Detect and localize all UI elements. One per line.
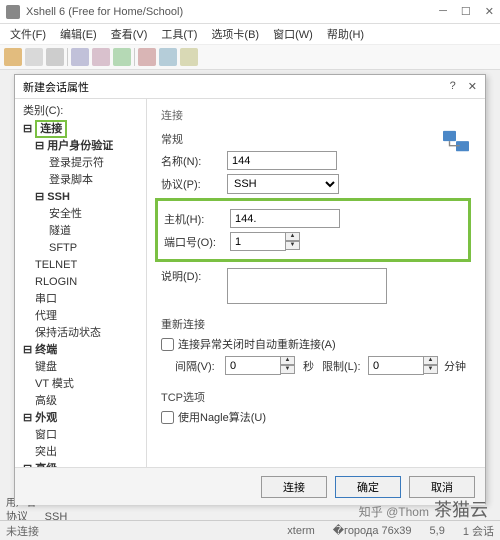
dialog-title: 新建会话属性 [23,79,450,95]
group-general: 常规 [161,131,471,147]
menu-tools[interactable]: 工具(T) [155,25,203,43]
statusbar: 未连接 xterm �города 76x39 5,9 1 会话 [0,520,500,540]
cancel-button[interactable]: 取消 [409,476,475,498]
tree-login-script[interactable]: 登录脚本 [49,172,144,189]
status-state: 未连接 [6,523,39,539]
tree-connection[interactable]: ⊟ 连接 [23,120,144,138]
save-icon[interactable] [46,48,64,66]
tree-login-prompt[interactable]: 登录提示符 [49,155,144,172]
port-down-icon[interactable]: ▼ [286,241,300,250]
status-size: �города 76x39 [333,524,412,537]
interval-spinner[interactable]: ▲▼ [225,356,295,375]
reconnect-checkbox[interactable] [161,338,174,351]
menubar: 文件(F) 编辑(E) 查看(V) 工具(T) 选项卡(B) 窗口(W) 帮助(… [0,24,500,44]
reconnect-icon[interactable] [113,48,131,66]
menu-edit[interactable]: 编辑(E) [54,25,103,43]
maximize-button[interactable]: ☐ [461,5,471,18]
tree-rlogin[interactable]: RLOGIN [35,274,144,291]
protocol-label: 协议(P): [161,176,227,192]
tree-advanced[interactable]: 高级 [35,393,144,410]
session-properties-dialog: 新建会话属性 ? ✕ 类别(C): ⊟ 连接 ⊟ 用户身份验证 登录提示符 登录… [14,74,486,504]
desc-label: 说明(D): [161,268,227,284]
tree-sftp[interactable]: SFTP [49,240,144,257]
limit-input[interactable] [368,356,424,375]
tree-telnet[interactable]: TELNET [35,257,144,274]
connection-panel: 连接 常规 名称(N): 协议(P): SSH 主机(H): [147,99,485,467]
window-title: Xshell 6 (Free for Home/School) [26,6,439,18]
desc-input[interactable] [227,268,387,304]
help-icon[interactable]: ? [450,80,456,93]
tree-window[interactable]: 窗口 [35,427,144,444]
minimize-button[interactable]: ─ [439,5,447,18]
group-reconnect: 重新连接 [161,316,471,332]
nagle-checkbox[interactable] [161,411,174,424]
nagle-label: 使用Nagle算法(U) [178,409,266,425]
port-label: 端口号(O): [164,234,230,250]
search-icon[interactable] [180,48,198,66]
port-spinner[interactable]: ▲▼ [230,232,300,251]
interval-label: 间隔(V): [175,358,225,374]
toolbar [0,44,500,70]
menu-view[interactable]: 查看(V) [105,25,154,43]
copy-icon[interactable] [71,48,89,66]
tree-appearance[interactable]: ⊟ 外观 [23,410,144,427]
tree-adv2[interactable]: ⊟ 高级 [23,461,144,467]
menu-help[interactable]: 帮助(H) [321,25,370,43]
network-icon [441,129,471,155]
status-term: xterm [287,525,315,537]
close-button[interactable]: ✕ [485,5,494,18]
tree-highlight[interactable]: 突出 [35,444,144,461]
window-titlebar: Xshell 6 (Free for Home/School) ─ ☐ ✕ [0,0,500,24]
category-tree: 类别(C): ⊟ 连接 ⊟ 用户身份验证 登录提示符 登录脚本 ⊟ SSH 安全… [15,99,147,467]
new-session-icon[interactable] [4,48,22,66]
tree-label: 类别(C): [23,103,144,120]
tree-keepalive[interactable]: 保持活动状态 [35,325,144,342]
limit-label: 限制(L): [322,358,368,374]
name-input[interactable] [227,151,337,170]
separator [134,48,135,66]
host-label: 主机(H): [164,211,230,227]
tree-tunnel[interactable]: 隧道 [49,223,144,240]
limit-spinner[interactable]: ▲▼ [368,356,438,375]
port-input[interactable] [230,232,286,251]
menu-window[interactable]: 窗口(W) [267,25,319,43]
tree-auth[interactable]: ⊟ 用户身份验证 [35,138,144,155]
status-sessions: 1 会话 [463,523,494,539]
port-up-icon[interactable]: ▲ [286,232,300,241]
host-input[interactable] [230,209,340,228]
tree-vt[interactable]: VT 模式 [35,376,144,393]
dialog-close-icon[interactable]: ✕ [468,80,477,93]
connect-button[interactable]: 连接 [261,476,327,498]
dialog-button-bar: 连接 确定 取消 [15,467,485,505]
panel-heading: 连接 [161,107,471,123]
properties-icon[interactable] [159,48,177,66]
host-port-highlight: 主机(H): 端口号(O): ▲▼ [155,198,471,262]
open-icon[interactable] [25,48,43,66]
tree-keyboard[interactable]: 键盘 [35,359,144,376]
ok-button[interactable]: 确定 [335,476,401,498]
tree-security[interactable]: 安全性 [49,206,144,223]
tree-ssh[interactable]: ⊟ SSH [35,189,144,206]
tree-terminal[interactable]: ⊟ 终端 [23,342,144,359]
separator [67,48,68,66]
interval-unit: 秒 [303,358,314,374]
menu-file[interactable]: 文件(F) [4,25,52,43]
tree-proxy[interactable]: 代理 [35,308,144,325]
paste-icon[interactable] [92,48,110,66]
group-tcp: TCP选项 [161,389,471,405]
dialog-titlebar: 新建会话属性 ? ✕ [15,75,485,99]
disconnect-icon[interactable] [138,48,156,66]
menu-tabs[interactable]: 选项卡(B) [205,25,265,43]
name-label: 名称(N): [161,153,227,169]
reconnect-label: 连接异常关闭时自动重新连接(A) [178,336,336,352]
interval-input[interactable] [225,356,281,375]
limit-unit: 分钟 [444,358,466,374]
app-icon [6,5,20,19]
protocol-select[interactable]: SSH [227,174,339,194]
tree-serial[interactable]: 串口 [35,291,144,308]
status-pos: 5,9 [430,525,445,537]
